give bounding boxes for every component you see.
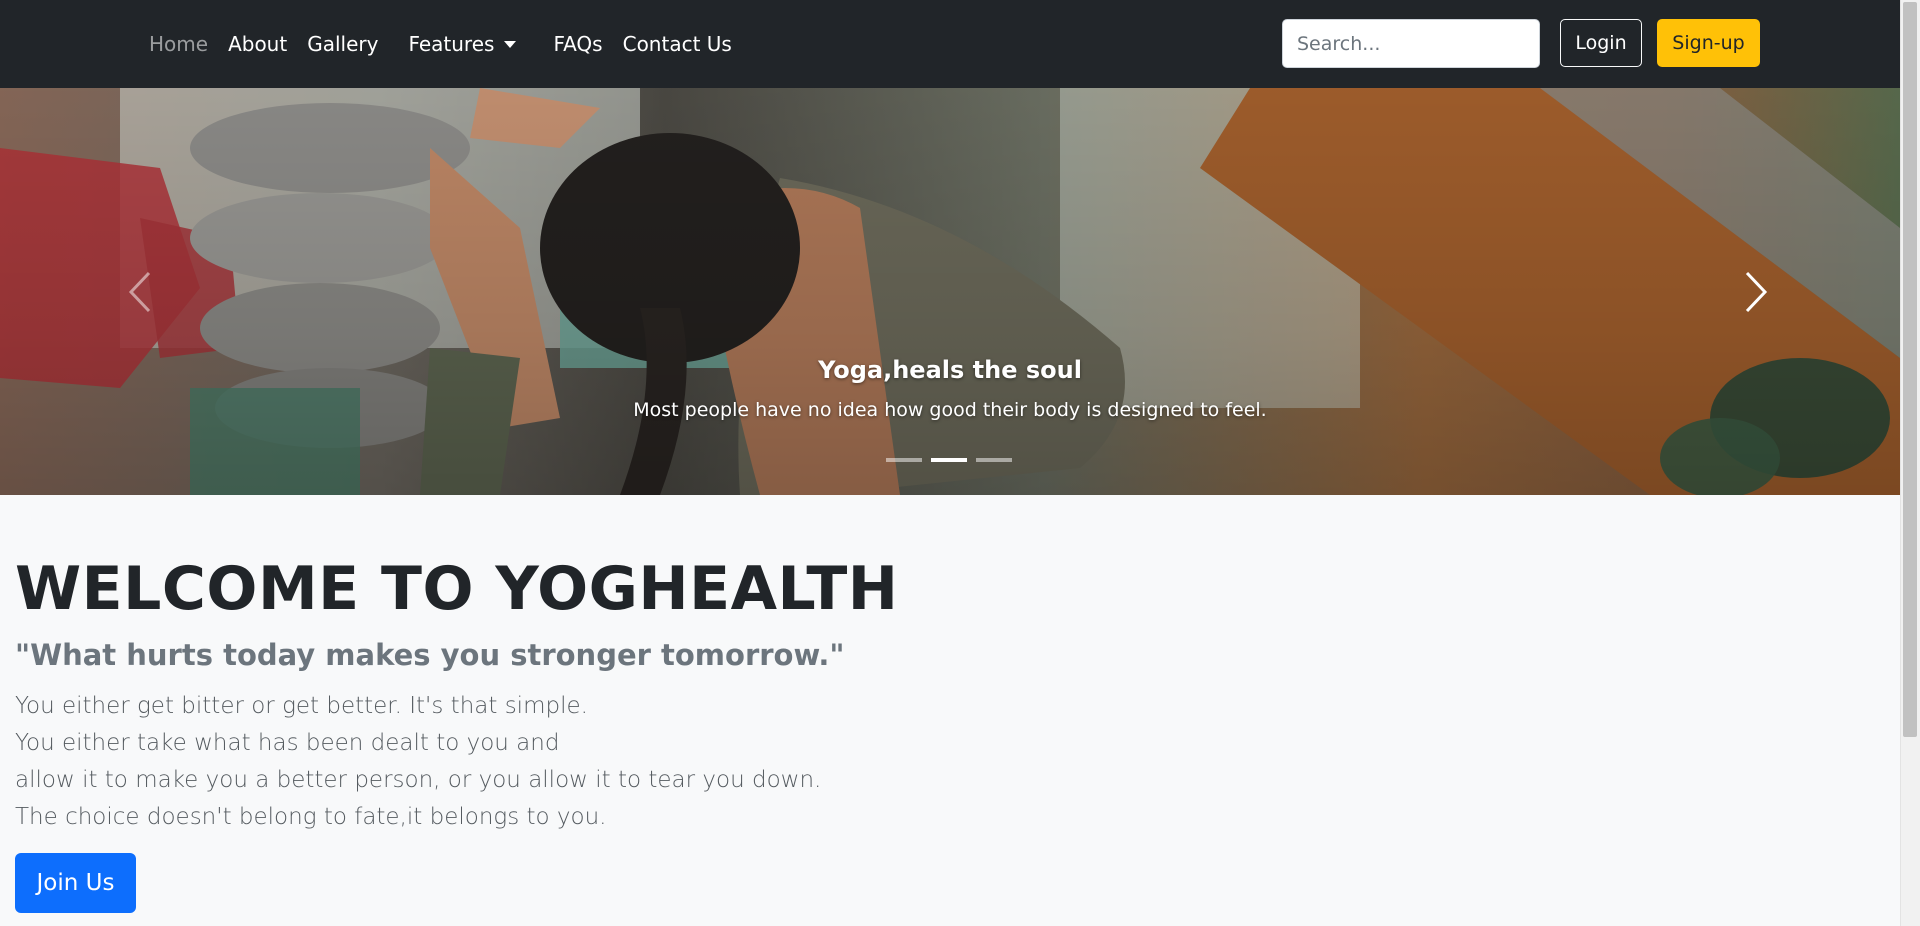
carousel-indicator-1[interactable] [886,458,922,462]
carousel-next-button[interactable] [1696,88,1816,495]
hero-line-4: The choice doesn't belong to fate,it bel… [15,804,607,830]
nav-link-home[interactable]: Home [149,32,208,56]
scrollbar-thumb[interactable] [1903,2,1917,737]
navbar: Home About Gallery Features FAQs Contact… [0,0,1900,88]
nav-link-about[interactable]: About [228,32,287,56]
login-button[interactable]: Login [1560,19,1642,67]
hero-line-3: allow it to make you a better person, or… [15,767,822,793]
page-heading: WELCOME TO YOGHEALTH [15,554,899,624]
carousel-indicator-3[interactable] [976,458,1012,462]
hero-quote: "What hurts today makes you stronger tom… [15,638,845,672]
carousel-caption-title: Yoga,heals the soul [818,356,1082,384]
hero-line-2: You either take what has been dealt to y… [15,730,560,756]
chevron-right-icon [1745,271,1768,312]
nav-link-contact[interactable]: Contact Us [623,32,732,56]
nav-links: Home About Gallery Features FAQs Contact… [149,0,732,88]
hero-paragraph: You either get bitter or get better. It'… [15,688,821,836]
nav-link-gallery[interactable]: Gallery [307,32,378,56]
nav-link-faqs[interactable]: FAQs [553,32,602,56]
carousel-prev-button[interactable] [80,88,200,495]
join-us-button[interactable]: Join Us [15,853,136,913]
carousel-overlay [0,88,1900,495]
caret-down-icon [504,41,517,48]
hero-carousel: Yoga,heals the soul Most people have no … [0,88,1900,495]
carousel-indicators [886,458,1012,462]
signup-button[interactable]: Sign-up [1657,19,1760,67]
nav-link-features-label: Features [408,32,495,56]
nav-dropdown-features[interactable]: Features [408,32,517,56]
chevron-left-icon [128,271,151,312]
carousel-indicator-2[interactable] [931,458,967,462]
carousel-caption-text: Most people have no idea how good their … [633,399,1267,421]
hero-line-1: You either get bitter or get better. It'… [15,693,588,719]
search-input[interactable] [1282,19,1540,68]
